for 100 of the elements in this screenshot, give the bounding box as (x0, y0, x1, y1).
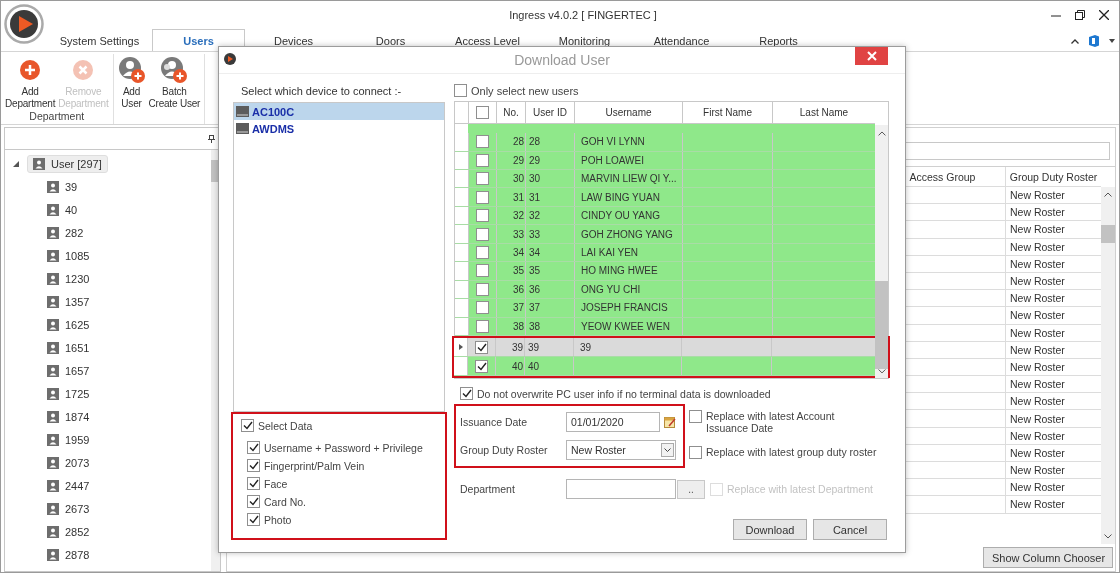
tree-item[interactable]: 1230 (65, 272, 90, 285)
column-header[interactable]: First Name (703, 107, 752, 119)
checkbox-label: Face (264, 477, 288, 490)
column-header[interactable]: Last Name (799, 107, 849, 119)
scroll-down-icon[interactable] (1104, 534, 1112, 539)
table-cell: 37 (529, 302, 541, 314)
checkbox[interactable] (476, 172, 489, 186)
checkbox[interactable] (476, 264, 489, 278)
collapse-icon[interactable] (1071, 38, 1079, 44)
dialog-button[interactable]: Download (733, 519, 807, 540)
checkbox[interactable] (247, 495, 260, 508)
checkbox[interactable] (689, 446, 702, 459)
scroll-up-icon[interactable] (877, 131, 886, 136)
tree-item[interactable]: 1357 (65, 295, 90, 308)
tree-item[interactable]: 2073 (65, 456, 90, 469)
tree-item[interactable]: 282 (65, 226, 84, 239)
checkbox[interactable] (476, 135, 489, 149)
checkbox[interactable] (476, 153, 489, 167)
table-row[interactable]: 31 31 LAW BING YUAN (455, 188, 875, 207)
device-item[interactable]: AC100C (234, 103, 444, 120)
checkbox[interactable] (475, 340, 488, 354)
person-icon (47, 226, 59, 239)
roster-dropdown[interactable]: New Roster (566, 440, 676, 460)
users-add-icon (160, 56, 189, 84)
table-row[interactable]: 37 37 JOSEPH FRANCIS (455, 299, 875, 318)
tree-item[interactable]: 2852 (65, 525, 90, 538)
checkbox[interactable] (476, 319, 489, 333)
device-item[interactable]: AWDMS (234, 120, 444, 137)
tab[interactable]: Users (152, 29, 245, 51)
date-field[interactable]: 01/01/2020 (566, 412, 660, 432)
person-icon (47, 295, 59, 308)
scrollbar[interactable] (875, 125, 888, 378)
ribbon-button[interactable]: Add Department (4, 54, 57, 110)
tree-item[interactable]: 1085 (65, 249, 90, 262)
scroll-thumb[interactable] (1101, 225, 1115, 243)
checkbox[interactable] (454, 84, 467, 97)
checkbox-label: Select Data (258, 419, 313, 432)
expand-icon[interactable] (13, 160, 19, 167)
checkbox[interactable] (689, 410, 702, 423)
checkbox[interactable] (475, 359, 488, 373)
checkbox[interactable] (476, 246, 489, 259)
field-label: Issuance Date (460, 416, 529, 428)
table-row[interactable]: 35 35 HO MING HWEE (455, 262, 875, 281)
checkbox[interactable] (476, 282, 489, 296)
column-header[interactable]: User ID (533, 107, 567, 119)
tree-item[interactable]: 39 (65, 180, 78, 193)
table-row[interactable]: 28 28 GOH VI LYNN (455, 133, 875, 152)
checkbox[interactable] (476, 301, 489, 315)
column-header[interactable]: No. (503, 107, 519, 119)
tree-item[interactable]: User [297] (27, 154, 108, 173)
tree-item[interactable]: 1625 (65, 318, 90, 331)
column-header[interactable]: Username (605, 107, 652, 119)
table-cell: New Roster (1010, 206, 1065, 219)
checkbox[interactable] (247, 441, 260, 454)
tree-item[interactable]: 1874 (65, 410, 90, 423)
checkbox[interactable] (247, 513, 260, 526)
tree-item[interactable]: 1651 (65, 341, 90, 354)
show-column-chooser-button[interactable]: Show Column Chooser (983, 547, 1113, 568)
table-cell: New Roster (1010, 257, 1065, 270)
department-field[interactable] (566, 479, 676, 499)
table-row[interactable]: 33 33 GOH ZHONG YANG (455, 225, 875, 244)
scroll-up-icon[interactable] (1104, 192, 1112, 197)
tree-item[interactable]: 1657 (65, 364, 90, 377)
tree-item[interactable]: 1959 (65, 433, 90, 446)
checkbox[interactable] (476, 209, 489, 223)
checkbox[interactable] (476, 227, 489, 241)
close-button[interactable] (855, 47, 888, 65)
dropdown-icon[interactable] (1109, 39, 1115, 43)
tree-item[interactable]: 40 (65, 203, 78, 216)
table-cell: HO MING HWEE (581, 265, 658, 277)
close-icon[interactable] (1099, 10, 1109, 20)
scroll-thumb[interactable] (875, 280, 888, 370)
scrollbar[interactable] (1101, 187, 1115, 544)
checkbox-label: Username + Password + Privilege (264, 441, 423, 454)
table-cell: 39 (511, 341, 523, 353)
ribbon-button[interactable]: Add User (116, 54, 147, 124)
table-row[interactable]: 39 39 39 (454, 338, 876, 358)
checkbox[interactable] (247, 477, 260, 490)
checkbox[interactable] (476, 106, 489, 120)
scroll-down-icon[interactable] (877, 369, 886, 374)
checkbox[interactable] (247, 459, 260, 472)
checkbox[interactable] (460, 387, 473, 400)
ribbon-button[interactable]: Batch Create User (147, 54, 202, 124)
calendar-icon[interactable] (664, 416, 676, 428)
table-cell: 39 (580, 341, 592, 353)
tree-item[interactable]: 2878 (65, 548, 90, 561)
checkbox[interactable] (241, 419, 254, 432)
tree-item[interactable]: 2447 (65, 479, 90, 492)
column-header[interactable]: Access Group (909, 170, 976, 183)
column-header[interactable]: Group Duty Roster (1009, 170, 1098, 183)
restore-icon[interactable] (1075, 10, 1085, 20)
dialog-button[interactable]: Cancel (813, 519, 887, 540)
checkbox-label: Replace with latest Department (727, 483, 873, 495)
tree-item[interactable]: 1725 (65, 387, 90, 400)
pin-icon[interactable] (208, 134, 215, 143)
office-icon[interactable] (1089, 35, 1099, 47)
table-row[interactable]: 40 40 (454, 357, 876, 377)
tree-item[interactable]: 2673 (65, 502, 90, 515)
browse-button[interactable]: .. (677, 479, 705, 499)
checkbox[interactable] (476, 190, 489, 204)
